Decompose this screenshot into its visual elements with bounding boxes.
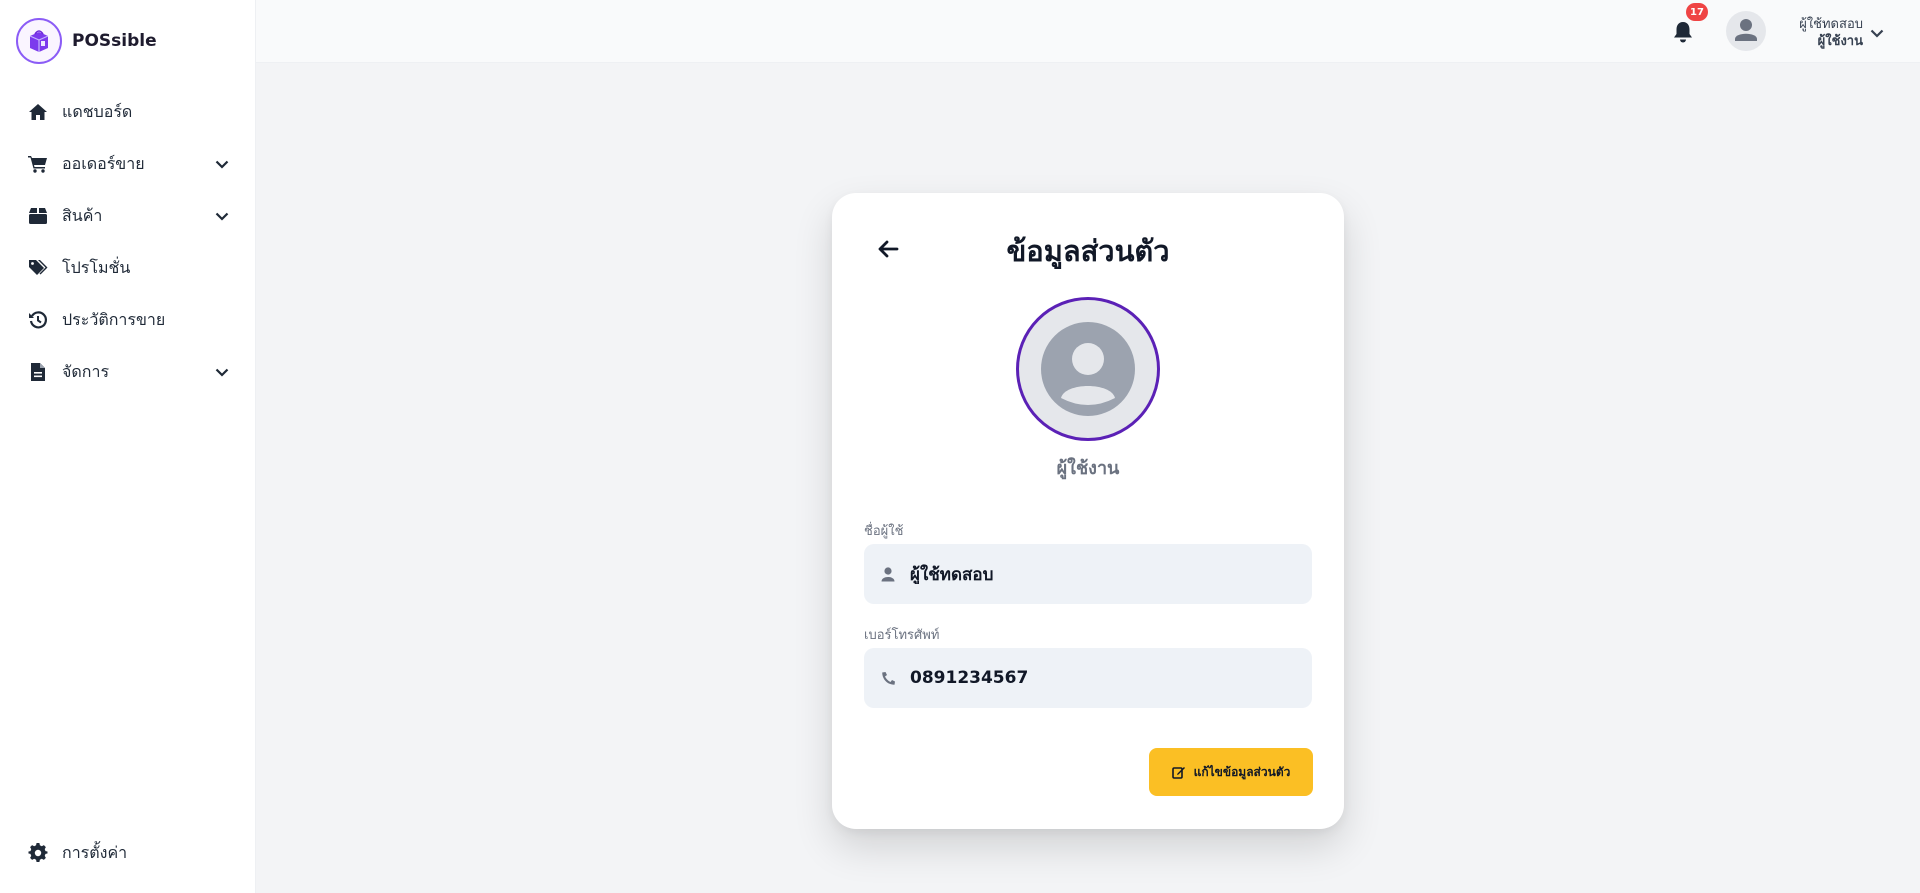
chevron-down-icon [214,156,230,172]
user-role: ผู้ใช้งาน [1817,34,1863,49]
user-menu[interactable]: ผู้ใช้ทดสอบ ผู้ใช้งาน [1790,11,1890,51]
sidebar-item-sales-orders[interactable]: ออเดอร์ขาย [0,138,256,190]
brand-name: POSsible [72,31,157,51]
sidebar-item-settings[interactable]: การตั้งค่า [0,827,256,879]
page-title: ข้อมูลส่วนตัว [1006,234,1170,268]
gear-icon [27,842,49,864]
user-icon [1735,19,1757,41]
username-label: ชื่อผู้ใช้ [864,524,904,539]
home-icon [27,101,49,123]
brand[interactable]: POSsible [16,18,157,64]
chevron-down-icon [214,208,230,224]
sidebar-nav: แดชบอร์ด ออเดอร์ขาย สินค้า โปรโมชั่น ประ… [0,86,256,398]
cart-icon [27,153,49,175]
sidebar-item-label: แดชบอร์ด [62,101,133,121]
sidebar-item-label: จัดการ [62,361,110,381]
edit-profile-button[interactable]: แก้ไขข้อมูลส่วนตัว [1149,748,1313,796]
chevron-down-icon [214,364,230,380]
history-icon [27,309,49,331]
profile-role: ผู้ใช้งาน [1056,458,1120,479]
notification-badge: 17 [1686,3,1708,21]
phone-input[interactable] [910,668,1290,688]
logo-icon [16,18,62,64]
avatar[interactable] [1726,11,1766,51]
sidebar-item-promotions[interactable]: โปรโมชั่น [0,242,256,294]
sidebar-item-products[interactable]: สินค้า [0,190,256,242]
file-icon [27,361,49,383]
sidebar-item-label: การตั้งค่า [62,842,128,862]
phone-field[interactable] [864,648,1312,708]
sidebar-item-sales-history[interactable]: ประวัติการขาย [0,294,256,346]
tags-icon [27,257,49,279]
user-icon [880,566,896,582]
user-icon [1041,322,1135,416]
sidebar-bottom: การตั้งค่า [0,827,256,879]
sidebar-item-label: ประวัติการขาย [62,309,166,329]
topbar [256,0,1920,63]
edit-icon [1171,767,1185,779]
sidebar-item-label: ออเดอร์ขาย [62,153,145,173]
edit-profile-label: แก้ไขข้อมูลส่วนตัว [1193,764,1291,779]
chevron-down-icon [1870,23,1886,39]
box-icon [27,205,49,227]
sidebar-item-manage[interactable]: จัดการ [0,346,256,398]
phone-label: เบอร์โทรศัพท์ [864,628,940,643]
sidebar-item-dashboard[interactable]: แดชบอร์ด [0,86,256,138]
phone-icon [880,670,896,686]
username-field[interactable] [864,544,1312,604]
username-input[interactable] [910,564,1290,584]
profile-card: ข้อมูลส่วนตัว ผู้ใช้งาน ชื่อผู้ใช้ เบอร์… [832,193,1344,829]
sidebar: POSsible แดชบอร์ด ออเดอร์ขาย สินค้า โปรโ… [0,0,256,893]
sidebar-item-label: สินค้า [62,205,103,225]
bell-icon[interactable] [1672,20,1694,44]
profile-avatar [1016,297,1160,441]
sidebar-item-label: โปรโมชั่น [62,257,131,277]
